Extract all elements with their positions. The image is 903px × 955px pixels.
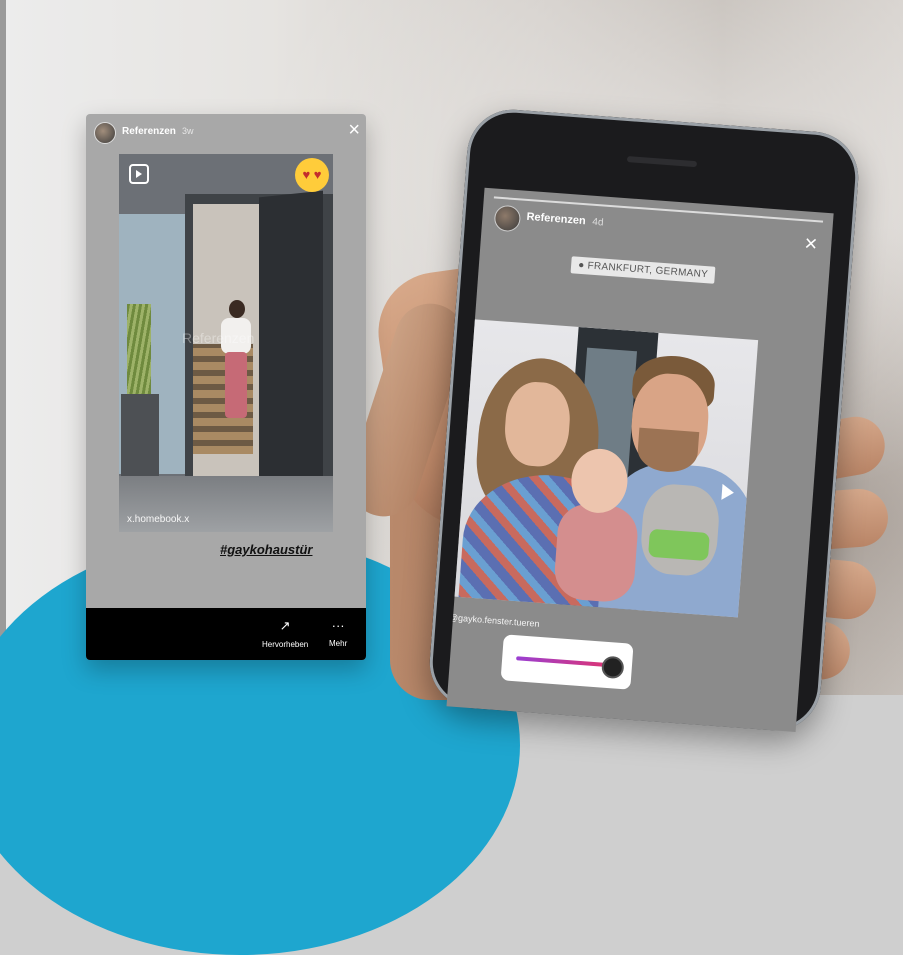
location-pin-icon: ● (577, 259, 585, 272)
mention-tag[interactable]: x.homebook.x (127, 514, 189, 525)
watermark: Referenzen (182, 330, 255, 346)
story-age: 3w (182, 126, 194, 136)
photo-baby-body (552, 502, 640, 604)
close-icon[interactable]: × (348, 120, 360, 140)
story-username[interactable]: Referenzen (526, 211, 586, 227)
more-button[interactable]: ··· Mehr (329, 618, 347, 648)
avatar[interactable] (493, 204, 522, 233)
location-label: FRANKFURT, GERMANY (587, 260, 709, 281)
phone-speaker (626, 156, 698, 168)
hashtag-sticker[interactable]: #gaykohaustür (220, 542, 312, 557)
left-edge-strip (0, 0, 6, 695)
heart-eyes-emoji-icon: ♥ ♥ (295, 158, 329, 192)
family-photo (448, 318, 759, 618)
phone-story-screen: Referenzen 4d × ● FRANKFURT, GERMANY @ga… (446, 187, 834, 732)
media-person-pants (225, 352, 247, 418)
more-dots-icon: ··· (331, 618, 345, 633)
highlight-button[interactable]: ↗ Hervorheben (262, 618, 308, 649)
avatar[interactable] (94, 122, 116, 144)
media-planter (121, 394, 159, 480)
trending-up-icon: ↗ (279, 618, 291, 633)
story-media: ♥ ♥ Referenzen x.homebook.x (119, 154, 333, 532)
mention-tag[interactable]: @gayko.fenster.tueren (449, 612, 540, 629)
reels-icon[interactable] (129, 164, 149, 184)
emoji-slider-sticker[interactable] (500, 634, 634, 690)
photo-elephant-shirt (648, 528, 710, 562)
location-sticker[interactable]: ● FRANKFURT, GERMANY (570, 256, 716, 284)
story-preview-card: Referenzen 3w × ♥ ♥ Referenzen x.homeboo… (86, 114, 366, 660)
smartphone: Referenzen 4d × ● FRANKFURT, GERMANY @ga… (426, 106, 862, 734)
highlight-label: Hervorheben (262, 640, 309, 649)
story-username[interactable]: Referenzen (122, 126, 176, 137)
story-action-bar: ↗ Hervorheben ··· Mehr (86, 608, 366, 660)
story-age: 4d (591, 216, 604, 229)
more-label: Mehr (329, 639, 348, 648)
slider-knob[interactable] (601, 655, 625, 680)
photo-plush-elephant (638, 482, 722, 578)
play-icon[interactable] (721, 483, 735, 501)
close-icon[interactable]: × (804, 230, 819, 256)
media-person-head (229, 300, 245, 318)
